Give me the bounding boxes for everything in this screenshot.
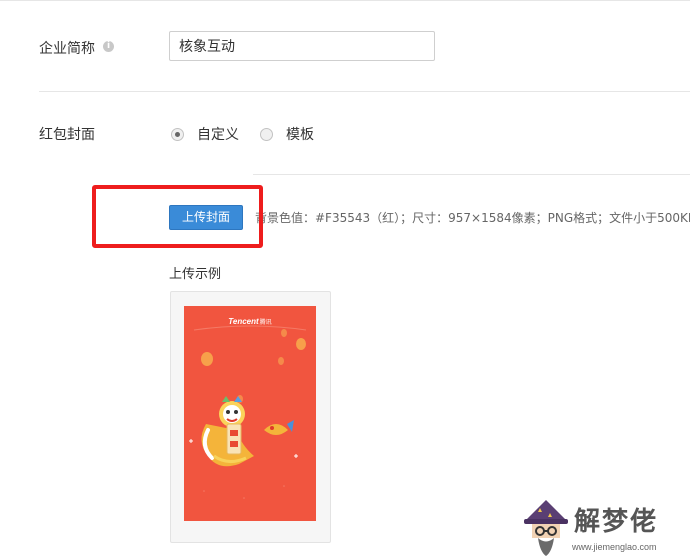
highlight-frame	[92, 185, 263, 248]
section-divider	[253, 174, 690, 175]
top-border	[0, 0, 690, 1]
radio-option-template[interactable]: 模板	[260, 124, 314, 144]
radio-template-label: 模板	[286, 127, 314, 143]
watermark-title: 解梦佬	[574, 507, 659, 537]
upload-example-label: 上传示例	[169, 267, 222, 282]
upload-hint: 背景色值：#F35543（红）；尺寸：957×1584像素；PNG格式；文件小于…	[255, 211, 690, 225]
radio-unchecked-icon[interactable]	[260, 127, 273, 141]
short-name-label: 企业简称	[39, 41, 95, 57]
wizard-mascot-icon	[524, 500, 568, 556]
radio-option-custom[interactable]: 自定义	[171, 124, 239, 144]
lion-dance-illustration	[189, 325, 307, 499]
info-icon[interactable]: i	[103, 41, 114, 52]
radio-checked-icon[interactable]	[171, 127, 184, 141]
radio-custom-label: 自定义	[197, 127, 239, 143]
cover-label: 红包封面	[39, 127, 95, 143]
site-watermark: 解梦佬 www.jiemenglao.com	[518, 498, 690, 560]
short-name-input[interactable]	[169, 31, 435, 61]
example-cover-image: Tencent腾讯	[184, 306, 316, 521]
row-divider	[39, 91, 690, 92]
watermark-url: www.jiemenglao.com	[572, 542, 657, 552]
